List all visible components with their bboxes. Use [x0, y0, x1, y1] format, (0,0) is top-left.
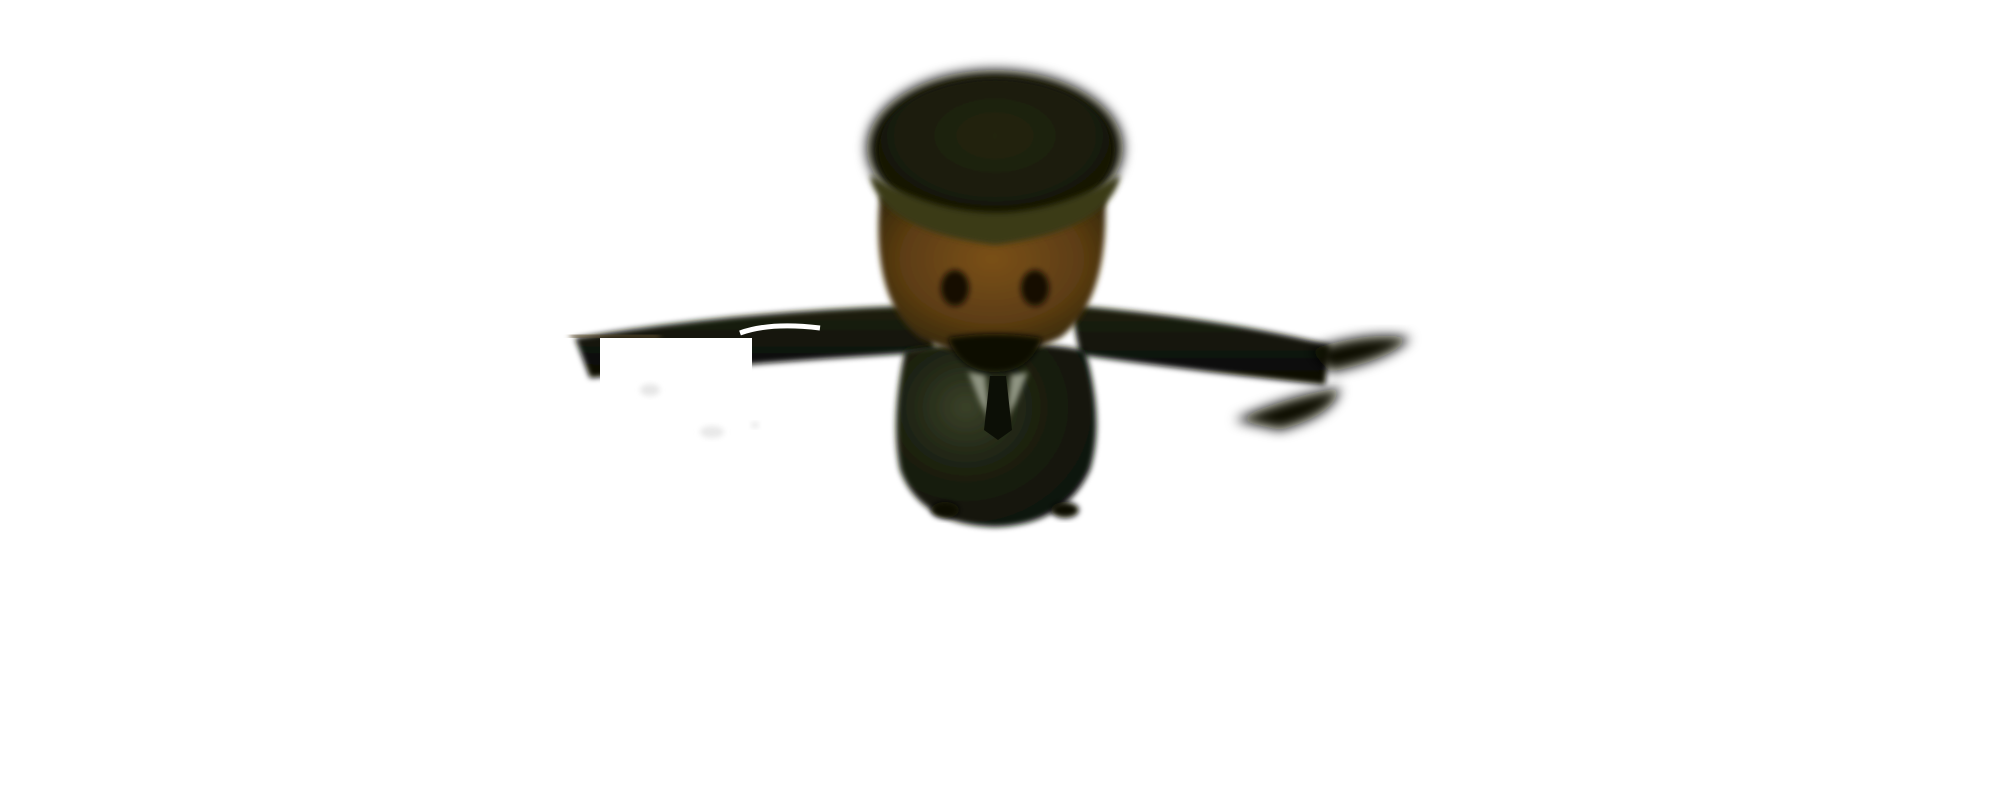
left-foot: [931, 502, 959, 518]
left-arm: [569, 305, 935, 438]
left-eye: [941, 270, 969, 306]
right-eye: [1021, 270, 1049, 306]
left-glove: [600, 338, 752, 424]
character-scene: [569, 70, 1410, 527]
right-foot: [1051, 502, 1079, 518]
hat: [867, 70, 1123, 245]
right-arm: [1070, 305, 1410, 430]
right-hand-tool: [1235, 388, 1340, 430]
render-viewport: [0, 0, 2000, 800]
